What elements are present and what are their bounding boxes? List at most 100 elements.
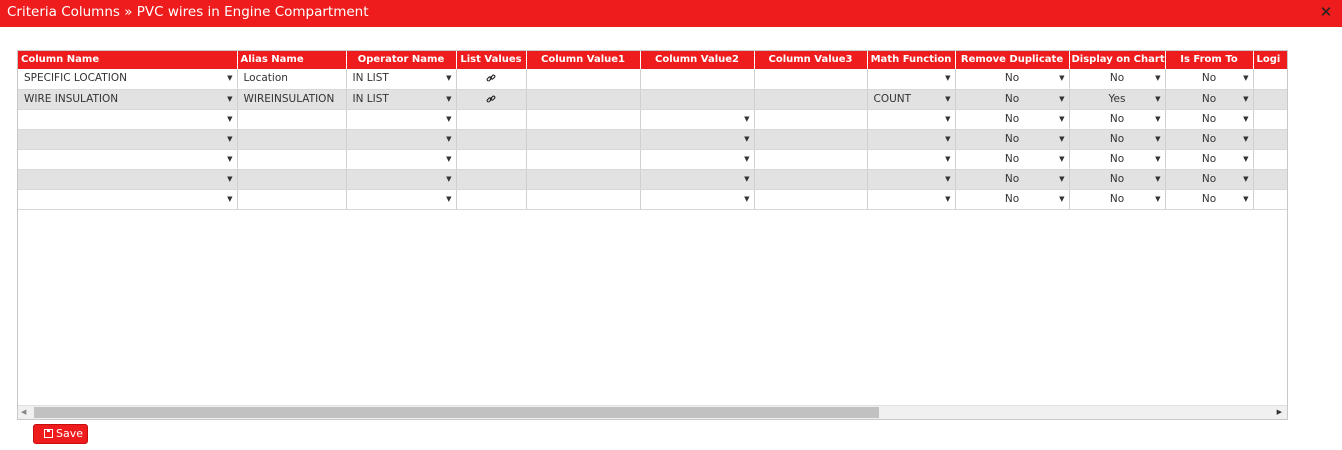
display-on-chart-select[interactable]: No ▼ [1069,69,1166,90]
math-function-select[interactable]: ▼ [867,69,956,90]
chevron-down-icon[interactable]: ▼ [945,130,950,149]
logic-cell[interactable] [1253,89,1287,110]
table-row[interactable]: ▼ ▼ ▼ ▼ No ▼ No ▼ No ▼ [18,189,1287,210]
logic-cell[interactable] [1253,129,1287,150]
chevron-down-icon[interactable]: ▼ [227,170,232,189]
col-header-remove-duplicate[interactable]: Remove Duplicate [955,51,1070,69]
column-value3-input[interactable] [754,149,868,170]
list-values-cell[interactable] [456,89,527,110]
operator-select[interactable]: ▼ [346,109,457,130]
remove-duplicate-select[interactable]: No ▼ [955,89,1070,110]
col-header-display-on-chart[interactable]: Display on Chart [1069,51,1166,69]
column-value1-input[interactable] [526,169,641,190]
display-on-chart-select[interactable]: Yes ▼ [1069,89,1166,110]
column-value2-select[interactable]: ▼ [640,189,755,210]
chevron-down-icon[interactable]: ▼ [744,130,749,149]
col-header-list-values[interactable]: List Values [456,51,527,69]
chevron-down-icon[interactable]: ▼ [945,190,950,209]
table-row[interactable]: ▼ ▼ ▼ ▼ No ▼ No ▼ No ▼ [18,129,1287,150]
alias-name-input[interactable] [237,169,347,190]
is-from-to-select[interactable]: No ▼ [1165,89,1254,110]
chevron-down-icon[interactable]: ▼ [1059,110,1064,129]
chevron-down-icon[interactable]: ▼ [446,150,451,169]
chevron-down-icon[interactable]: ▼ [1243,190,1248,209]
math-function-select[interactable]: ▼ [867,169,956,190]
chevron-down-icon[interactable]: ▼ [1155,90,1160,109]
chevron-down-icon[interactable]: ▼ [744,190,749,209]
chevron-down-icon[interactable]: ▼ [446,170,451,189]
alias-name-input[interactable] [237,109,347,130]
col-header-is-from-to[interactable]: Is From To [1165,51,1254,69]
operator-select[interactable]: ▼ [346,149,457,170]
math-function-select[interactable]: ▼ [867,149,956,170]
chevron-down-icon[interactable]: ▼ [1059,170,1064,189]
scroll-left-icon[interactable]: ◀ [21,408,26,416]
list-values-cell[interactable] [456,129,527,150]
list-values-cell[interactable] [456,149,527,170]
horizontal-scrollbar[interactable]: ◀ ▶ [18,405,1287,419]
chevron-down-icon[interactable]: ▼ [446,110,451,129]
remove-duplicate-select[interactable]: No ▼ [955,69,1070,90]
column-value3-input[interactable] [754,169,868,190]
col-header-alias-name[interactable]: Alias Name [237,51,347,69]
is-from-to-select[interactable]: No ▼ [1165,129,1254,150]
column-value1-input[interactable] [526,69,641,90]
is-from-to-select[interactable]: No ▼ [1165,69,1254,90]
chevron-down-icon[interactable]: ▼ [945,69,950,88]
chevron-down-icon[interactable]: ▼ [744,110,749,129]
logic-cell[interactable] [1253,69,1287,90]
operator-select[interactable]: ▼ [346,129,457,150]
chevron-down-icon[interactable]: ▼ [945,90,950,109]
math-function-select[interactable]: ▼ [867,189,956,210]
chevron-down-icon[interactable]: ▼ [446,69,451,88]
chevron-down-icon[interactable]: ▼ [446,130,451,149]
table-row[interactable]: WIRE INSULATION ▼ WIREINSULATION IN LIST ▼ CO… [18,89,1287,110]
display-on-chart-select[interactable]: No ▼ [1069,109,1166,130]
column-value2-select[interactable]: ▼ [640,109,755,130]
col-header-column-value1[interactable]: Column Value1 [526,51,641,69]
logic-cell[interactable] [1253,189,1287,210]
chevron-down-icon[interactable]: ▼ [227,110,232,129]
column-name-select[interactable]: ▼ [18,109,238,130]
chevron-down-icon[interactable]: ▼ [446,190,451,209]
logic-cell[interactable] [1253,169,1287,190]
logic-cell[interactable] [1253,149,1287,170]
chevron-down-icon[interactable]: ▼ [1155,110,1160,129]
column-name-select[interactable]: ▼ [18,169,238,190]
chevron-down-icon[interactable]: ▼ [1243,130,1248,149]
math-function-select[interactable]: ▼ [867,109,956,130]
chevron-down-icon[interactable]: ▼ [1243,150,1248,169]
alias-name-input[interactable] [237,149,347,170]
column-name-select[interactable]: WIRE INSULATION ▼ [18,89,238,110]
alias-name-input[interactable]: WIREINSULATION [237,89,347,110]
chevron-down-icon[interactable]: ▼ [446,90,451,109]
chevron-down-icon[interactable]: ▼ [1155,170,1160,189]
column-value2-select[interactable]: ▼ [640,149,755,170]
is-from-to-select[interactable]: No ▼ [1165,109,1254,130]
link-icon[interactable] [486,72,496,84]
column-value2-select[interactable]: ▼ [640,129,755,150]
chevron-down-icon[interactable]: ▼ [1059,90,1064,109]
chevron-down-icon[interactable]: ▼ [227,69,232,88]
col-header-logic[interactable]: Logi [1253,51,1287,69]
scrollbar-thumb[interactable] [34,407,879,418]
column-value3-input[interactable] [754,109,868,130]
link-icon[interactable] [486,93,496,105]
close-icon[interactable]: ✕ [1318,3,1334,21]
table-row[interactable]: ▼ ▼ ▼ ▼ No ▼ No ▼ No ▼ [18,149,1287,170]
operator-select[interactable]: ▼ [346,169,457,190]
scroll-right-icon[interactable]: ▶ [1277,408,1282,416]
column-value3-input[interactable] [754,189,868,210]
table-row[interactable]: ▼ ▼ ▼ ▼ No ▼ No ▼ No ▼ [18,109,1287,130]
chevron-down-icon[interactable]: ▼ [1243,170,1248,189]
save-button[interactable]: Save [33,424,88,444]
col-header-operator-name[interactable]: Operator Name [346,51,457,69]
operator-select[interactable]: IN LIST ▼ [346,69,457,90]
chevron-down-icon[interactable]: ▼ [744,170,749,189]
chevron-down-icon[interactable]: ▼ [744,150,749,169]
chevron-down-icon[interactable]: ▼ [1243,90,1248,109]
col-header-column-value3[interactable]: Column Value3 [754,51,868,69]
chevron-down-icon[interactable]: ▼ [1155,190,1160,209]
table-row[interactable]: ▼ ▼ ▼ ▼ No ▼ No ▼ No ▼ [18,169,1287,190]
chevron-down-icon[interactable]: ▼ [227,150,232,169]
